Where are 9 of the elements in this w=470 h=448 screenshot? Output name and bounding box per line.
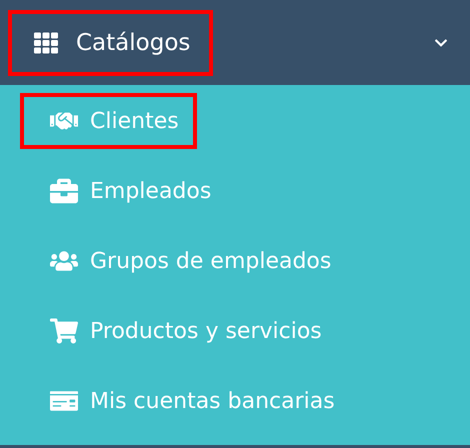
catalog-menu-toggle[interactable]: Catálogos bbox=[8, 10, 213, 76]
cart-icon bbox=[50, 317, 78, 345]
briefcase-icon bbox=[50, 177, 78, 205]
menu-item[interactable]: Grupos de empleados bbox=[20, 233, 350, 289]
menu-item[interactable]: Empleados bbox=[20, 163, 230, 219]
menu-item[interactable]: Clientes bbox=[20, 93, 197, 149]
menu-item[interactable]: Mis cuentas bancarias bbox=[20, 373, 353, 429]
grid-icon bbox=[34, 30, 58, 54]
menu-item[interactable]: Productos y servicios bbox=[20, 303, 340, 359]
